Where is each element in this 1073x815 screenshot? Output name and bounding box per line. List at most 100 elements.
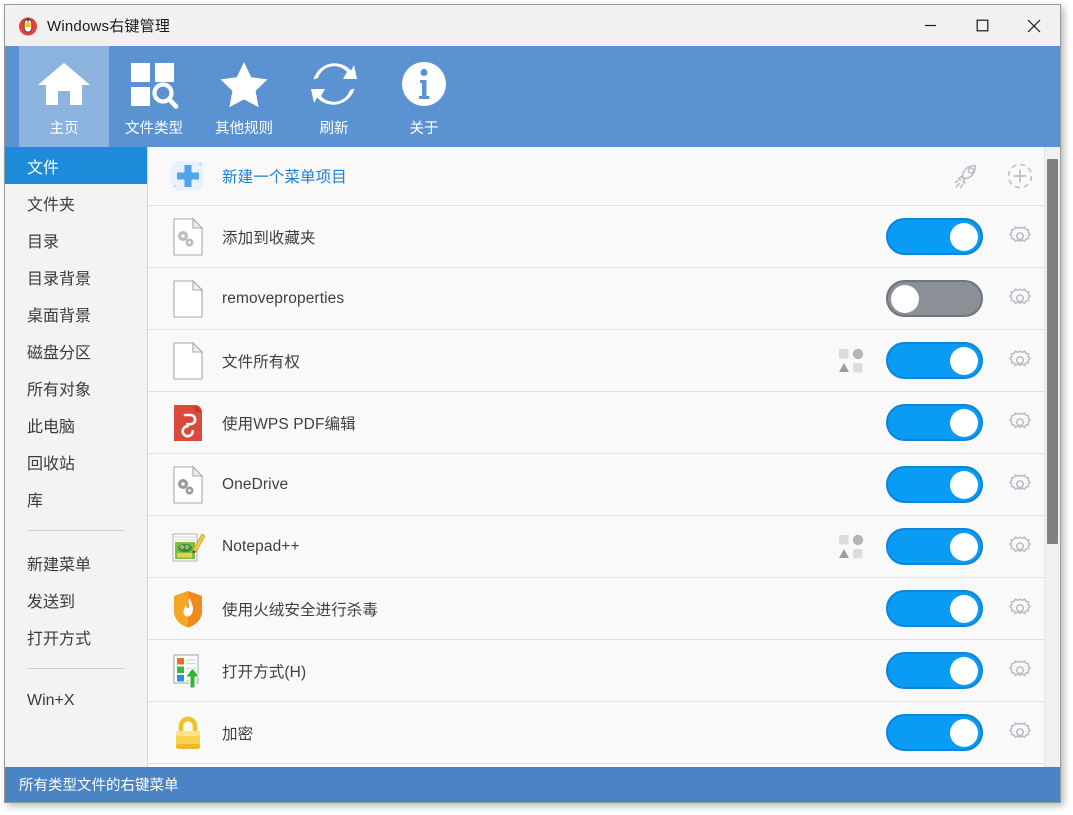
sidebar-item-all-objects[interactable]: 所有对象 bbox=[5, 369, 147, 406]
new-menu-item-row[interactable]: 新建一个菜单项目 bbox=[148, 147, 1060, 206]
sidebar-item-label: 文件夹 bbox=[27, 196, 76, 214]
toolbar-label: 文件类型 bbox=[125, 120, 183, 137]
new-menu-item-label: 新建一个菜单项目 bbox=[222, 169, 347, 186]
rocket-icon[interactable] bbox=[947, 156, 987, 196]
toggle-knob bbox=[950, 718, 978, 747]
gear-icon[interactable] bbox=[1000, 217, 1040, 257]
sidebar-item-directory[interactable]: 目录 bbox=[5, 221, 147, 258]
toggle-knob bbox=[891, 284, 919, 313]
toolbar-item-home[interactable]: 主页 bbox=[19, 46, 109, 147]
menu-item-list: 新建一个菜单项目 添加到收藏夹 removeproperties 文件所有权 使… bbox=[148, 147, 1060, 767]
table-row[interactable]: Notepad++ bbox=[148, 516, 1060, 578]
add-target-icon[interactable] bbox=[1000, 156, 1040, 196]
shapes-group-icon bbox=[838, 348, 864, 374]
table-row[interactable]: removeproperties bbox=[148, 268, 1060, 330]
enable-toggle[interactable] bbox=[886, 342, 983, 379]
refresh-icon bbox=[307, 58, 361, 110]
enable-toggle[interactable] bbox=[886, 714, 983, 751]
enable-toggle[interactable] bbox=[886, 280, 983, 317]
minimize-button[interactable] bbox=[904, 5, 956, 46]
main-body: 文件 文件夹 目录 目录背景 桌面背景 磁盘分区 所有对象 此电脑 回收站 库 … bbox=[5, 147, 1060, 767]
sidebar-item-desktop-background[interactable]: 桌面背景 bbox=[5, 295, 147, 332]
gear-icon[interactable] bbox=[1000, 589, 1040, 629]
sidebar-item-label: 新建菜单 bbox=[27, 556, 92, 574]
app-root: Windows右键管理 主页 文件类型 其他规则 刷新 关于 文件 文件夹 目录… bbox=[0, 0, 1073, 815]
toggle-knob bbox=[950, 222, 978, 251]
enable-toggle[interactable] bbox=[886, 528, 983, 565]
sidebar-item-directory-background[interactable]: 目录背景 bbox=[5, 258, 147, 295]
row-label: 文件所有权 bbox=[222, 353, 301, 371]
sidebar-item-folder[interactable]: 文件夹 bbox=[5, 184, 147, 221]
vertical-scrollbar[interactable] bbox=[1044, 147, 1060, 767]
sidebar-item-library[interactable]: 库 bbox=[5, 480, 147, 517]
close-button[interactable] bbox=[1008, 5, 1060, 46]
enable-toggle[interactable] bbox=[886, 404, 983, 441]
enable-toggle[interactable] bbox=[886, 218, 983, 255]
maximize-button[interactable] bbox=[956, 5, 1008, 46]
sidebar-item-send-to[interactable]: 发送到 bbox=[5, 581, 147, 618]
shapes-group-icon bbox=[838, 534, 864, 560]
sidebar-item-label: Win+X bbox=[27, 691, 75, 709]
toggle-knob bbox=[950, 656, 978, 685]
row-actions bbox=[886, 651, 1060, 691]
gear-icon[interactable] bbox=[1000, 713, 1040, 753]
table-row[interactable]: OneDrive bbox=[148, 454, 1060, 516]
toggle-knob bbox=[950, 532, 978, 561]
table-row[interactable]: 添加到收藏夹 bbox=[148, 206, 1060, 268]
row-actions bbox=[886, 279, 1060, 319]
toolbar-item-about[interactable]: 关于 bbox=[379, 46, 469, 147]
table-row[interactable]: 文件所有权 bbox=[148, 330, 1060, 392]
gear-icon[interactable] bbox=[1000, 341, 1040, 381]
toolbar-label: 主页 bbox=[49, 120, 79, 137]
home-icon bbox=[36, 58, 92, 110]
row-actions bbox=[838, 527, 1060, 567]
status-bar: 所有类型文件的右键菜单 bbox=[5, 767, 1060, 802]
sidebar-item-label: 发送到 bbox=[27, 593, 76, 611]
gear-icon[interactable] bbox=[1000, 465, 1040, 505]
lock-icon bbox=[166, 711, 210, 755]
toggle-knob bbox=[950, 408, 978, 437]
minimize-icon bbox=[924, 24, 936, 27]
sidebar-item-label: 此电脑 bbox=[27, 418, 76, 436]
gear-icon[interactable] bbox=[1000, 403, 1040, 443]
sidebar-item-label: 目录 bbox=[27, 233, 60, 251]
toolbar-label: 刷新 bbox=[319, 120, 349, 137]
list-viewport: 新建一个菜单项目 添加到收藏夹 removeproperties 文件所有权 使… bbox=[148, 147, 1060, 767]
sidebar-item-label: 目录背景 bbox=[27, 270, 92, 288]
close-icon bbox=[1027, 19, 1041, 32]
sidebar-item-file[interactable]: 文件 bbox=[5, 147, 147, 184]
table-row[interactable]: 使用火绒安全进行杀毒 bbox=[148, 578, 1060, 640]
row-label: 使用WPS PDF编辑 bbox=[222, 415, 356, 433]
sidebar-item-open-with[interactable]: 打开方式 bbox=[5, 618, 147, 655]
gear-icon[interactable] bbox=[1000, 651, 1040, 691]
doc-gears-icon bbox=[166, 215, 210, 259]
sidebar-item-new-menu[interactable]: 新建菜单 bbox=[5, 544, 147, 581]
sidebar-item-label: 所有对象 bbox=[27, 381, 92, 399]
sidebar-item-disk-partition[interactable]: 磁盘分区 bbox=[5, 332, 147, 369]
table-row[interactable]: 使用WPS PDF编辑 bbox=[148, 392, 1060, 454]
sidebar-item-this-pc[interactable]: 此电脑 bbox=[5, 406, 147, 443]
toolbar-item-file-type[interactable]: 文件类型 bbox=[109, 46, 199, 147]
enable-toggle[interactable] bbox=[886, 466, 983, 503]
enable-toggle[interactable] bbox=[886, 652, 983, 689]
enable-toggle[interactable] bbox=[886, 590, 983, 627]
toolbar-item-refresh[interactable]: 刷新 bbox=[289, 46, 379, 147]
row-label: 使用火绒安全进行杀毒 bbox=[222, 601, 379, 619]
mouse-icon bbox=[18, 16, 38, 36]
sidebar-item-recycle-bin[interactable]: 回收站 bbox=[5, 443, 147, 480]
table-row[interactable]: 加密 bbox=[148, 702, 1060, 764]
scrollbar-thumb[interactable] bbox=[1047, 159, 1058, 544]
row-label: removeproperties bbox=[222, 289, 345, 307]
gear-icon[interactable] bbox=[1000, 279, 1040, 319]
table-row[interactable]: 打开方式(H) bbox=[148, 640, 1060, 702]
plus-add-icon bbox=[166, 154, 210, 198]
row-actions bbox=[886, 217, 1060, 257]
status-text: 所有类型文件的右键菜单 bbox=[19, 778, 179, 794]
gear-icon[interactable] bbox=[1000, 527, 1040, 567]
sidebar-item-label: 桌面背景 bbox=[27, 307, 92, 325]
sidebar-item-win-x[interactable]: Win+X bbox=[5, 682, 147, 719]
doc-blank-icon bbox=[166, 339, 210, 383]
sidebar-divider bbox=[27, 668, 125, 669]
toolbar-item-other-rules[interactable]: 其他规则 bbox=[199, 46, 289, 147]
row-label: 打开方式(H) bbox=[222, 663, 307, 681]
